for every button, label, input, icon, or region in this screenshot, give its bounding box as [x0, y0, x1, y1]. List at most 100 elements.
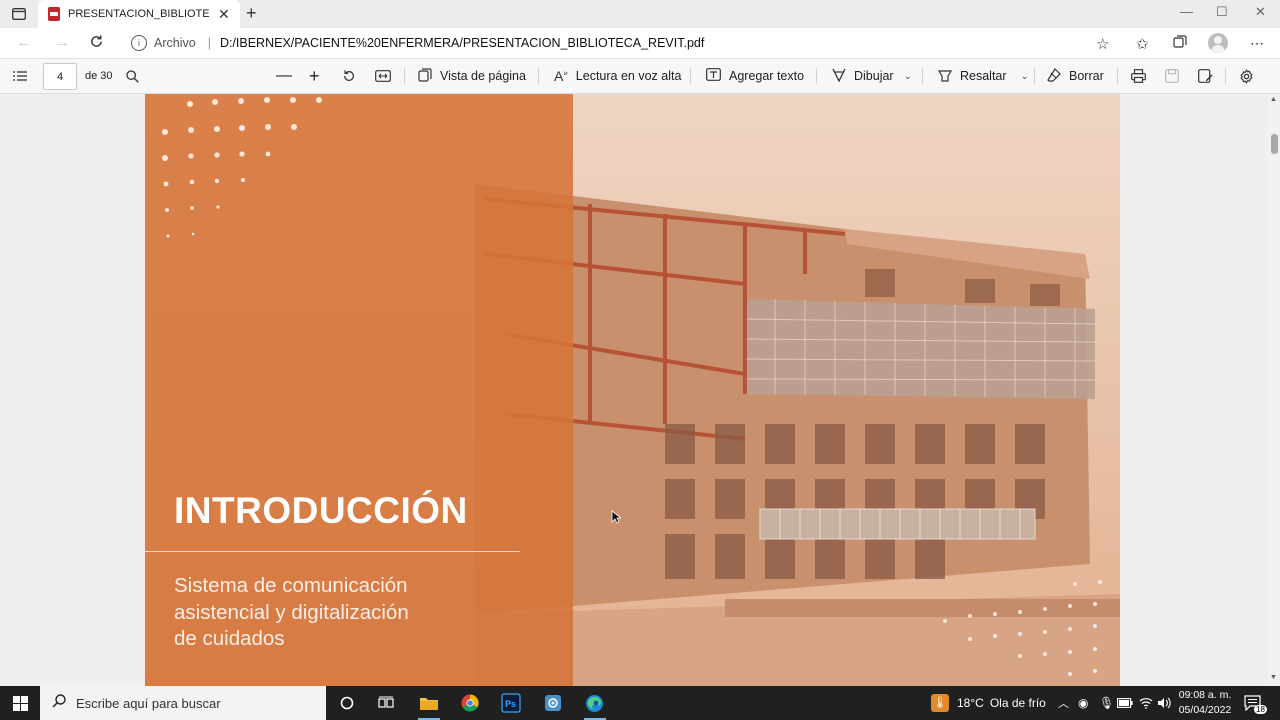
erase-label: Borrar — [1069, 69, 1104, 83]
battery-icon[interactable] — [1117, 686, 1133, 720]
slide-title: INTRODUCCIÓN — [174, 490, 468, 531]
eraser-icon — [1047, 67, 1061, 85]
weather-temp: 18°C — [957, 696, 984, 710]
add-text-button[interactable]: Agregar texto — [706, 59, 804, 93]
photoshop-icon[interactable]: Ps — [498, 691, 524, 715]
page-number-input[interactable]: 4 — [43, 63, 77, 90]
address-field[interactable]: i Archivo | D:/IBERNEX/PACIENTE%20ENFERM… — [122, 31, 1122, 55]
url-text[interactable]: D:/IBERNEX/PACIENTE%20ENFERMERA/PRESENTA… — [220, 36, 704, 50]
scheme-label: Archivo — [154, 36, 196, 50]
task-view-icon[interactable] — [373, 691, 399, 715]
pdf-toolbar: 4 de 30 — + Vista de página A» Lectura e… — [0, 59, 1280, 94]
highlight-icon — [937, 68, 953, 85]
scroll-up-icon[interactable]: ▲ — [1270, 96, 1277, 103]
start-windows-icon[interactable] — [0, 686, 40, 720]
chevron-down-icon[interactable]: ⌄ — [1021, 71, 1029, 82]
scrollbar-thumb[interactable] — [1271, 134, 1278, 154]
maximize-icon[interactable]: ☐ — [1216, 4, 1228, 20]
slide-subtitle: Sistema de comunicación asistencial y di… — [174, 573, 494, 653]
read-aloud-label: Lectura en voz alta — [575, 69, 682, 83]
notifications-icon[interactable]: 18 — [1244, 686, 1267, 720]
scroll-down-icon[interactable]: ▼ — [1270, 674, 1277, 681]
toolbar-divider — [922, 68, 923, 84]
toolbar-divider — [1034, 68, 1035, 84]
tab-actions-icon[interactable] — [8, 4, 30, 24]
edge-icon[interactable] — [581, 691, 607, 715]
taskbar-search[interactable]: Escribe aquí para buscar — [40, 686, 326, 720]
system-clock[interactable]: 09:08 a. m. 05/04/2022 — [1176, 688, 1234, 718]
page-view-button[interactable]: Vista de página — [418, 59, 526, 93]
highlight-label: Resaltar — [960, 69, 1007, 83]
record-icon[interactable]: ◉ — [1078, 686, 1088, 720]
mouse-cursor-icon — [611, 510, 621, 524]
new-tab-button[interactable]: + — [246, 3, 257, 24]
toolbar-divider — [538, 68, 539, 84]
address-bar-row: ← → i Archivo | D:/IBERNEX/PACIENTE%20EN… — [0, 28, 1280, 59]
pdf-page: INTRODUCCIÓN Sistema de comunicación asi… — [145, 94, 1120, 686]
pdf-viewer[interactable]: INTRODUCCIÓN Sistema de comunicación asi… — [0, 94, 1268, 686]
chrome-icon[interactable] — [457, 691, 483, 715]
subtitle-line: de cuidados — [174, 627, 285, 650]
settings-gear-icon[interactable] — [1239, 59, 1254, 93]
toolbar-divider — [1117, 68, 1118, 84]
toolbar-divider — [1225, 68, 1226, 84]
vertical-scrollbar[interactable]: ▲ ▼ — [1268, 94, 1280, 686]
more-options-icon[interactable]: ⋯ — [1250, 35, 1264, 52]
volume-icon[interactable] — [1157, 686, 1171, 720]
clock-time: 09:08 a. m. — [1178, 689, 1232, 701]
favorites-icon[interactable]: ✩ — [1136, 35, 1149, 53]
weather-icon: 🌡 — [931, 694, 949, 712]
app-settings-icon[interactable] — [540, 691, 566, 715]
tab-close-icon[interactable]: ✕ — [218, 6, 230, 23]
title-divider — [145, 551, 520, 552]
print-icon[interactable] — [1131, 59, 1146, 93]
save-as-icon[interactable] — [1198, 59, 1213, 93]
read-aloud-button[interactable]: A» Lectura en voz alta — [554, 59, 681, 93]
minimize-icon[interactable]: — — [1180, 4, 1193, 19]
zoom-out-icon[interactable]: — — [276, 59, 292, 93]
add-text-icon — [706, 68, 721, 84]
rotate-icon[interactable] — [342, 59, 356, 93]
erase-button[interactable]: Borrar — [1047, 59, 1104, 93]
microphone-icon[interactable]: 🎙 — [1099, 686, 1114, 720]
zoom-in-icon[interactable]: + — [309, 59, 320, 93]
windows-taskbar: Escribe aquí para buscar Ps 🌡 18°C Ola d… — [0, 686, 1280, 720]
notification-count: 18 — [1254, 705, 1267, 714]
search-icon — [52, 694, 66, 712]
tab-title: PRESENTACION_BIBLIOTECA_REVIT.pdf — [68, 8, 210, 20]
toolbar-divider — [690, 68, 691, 84]
refresh-icon[interactable] — [89, 34, 104, 54]
forward-icon[interactable]: → — [54, 34, 70, 52]
show-hidden-icons[interactable]: ︿ — [1058, 686, 1069, 720]
subtitle-line: asistencial y digitalización — [174, 600, 409, 624]
profile-avatar[interactable] — [1208, 33, 1228, 53]
back-icon[interactable]: ← — [16, 34, 32, 52]
pdf-file-icon — [48, 7, 60, 21]
search-icon[interactable] — [126, 59, 139, 93]
cortana-icon[interactable] — [334, 691, 360, 715]
wifi-icon[interactable] — [1139, 686, 1153, 720]
subtitle-line: Sistema de comunicación — [174, 574, 408, 597]
page-total: de 30 — [85, 70, 113, 82]
weather-text: Ola de frío — [989, 696, 1046, 710]
active-tab[interactable]: PRESENTACION_BIBLIOTECA_REVIT.pdf ✕ — [38, 0, 240, 28]
collections-icon[interactable] — [1173, 35, 1187, 53]
search-placeholder: Escribe aquí para buscar — [76, 695, 221, 711]
page-view-label: Vista de página — [440, 69, 526, 83]
weather-widget[interactable]: 🌡 18°C Ola de frío — [931, 686, 1046, 720]
chevron-down-icon[interactable]: ⌄ — [904, 71, 912, 82]
svg-text:Ps: Ps — [505, 699, 516, 709]
read-aloud-icon: A» — [554, 68, 568, 84]
add-favorite-icon[interactable]: ☆ — [1096, 35, 1109, 53]
info-icon[interactable]: i — [131, 35, 147, 51]
tab-strip: PRESENTACION_BIBLIOTECA_REVIT.pdf ✕ + — … — [0, 0, 1280, 28]
save-icon[interactable] — [1165, 59, 1179, 93]
file-explorer-icon[interactable] — [416, 691, 442, 715]
highlight-button[interactable]: Resaltar ⌄ — [937, 59, 1029, 93]
draw-button[interactable]: Dibujar ⌄ — [832, 59, 912, 93]
toolbar-divider — [816, 68, 817, 84]
fit-width-icon[interactable] — [375, 59, 391, 93]
draw-label: Dibujar — [854, 69, 894, 83]
table-of-contents-icon[interactable] — [13, 59, 27, 93]
window-close-icon[interactable]: ✕ — [1255, 4, 1266, 20]
